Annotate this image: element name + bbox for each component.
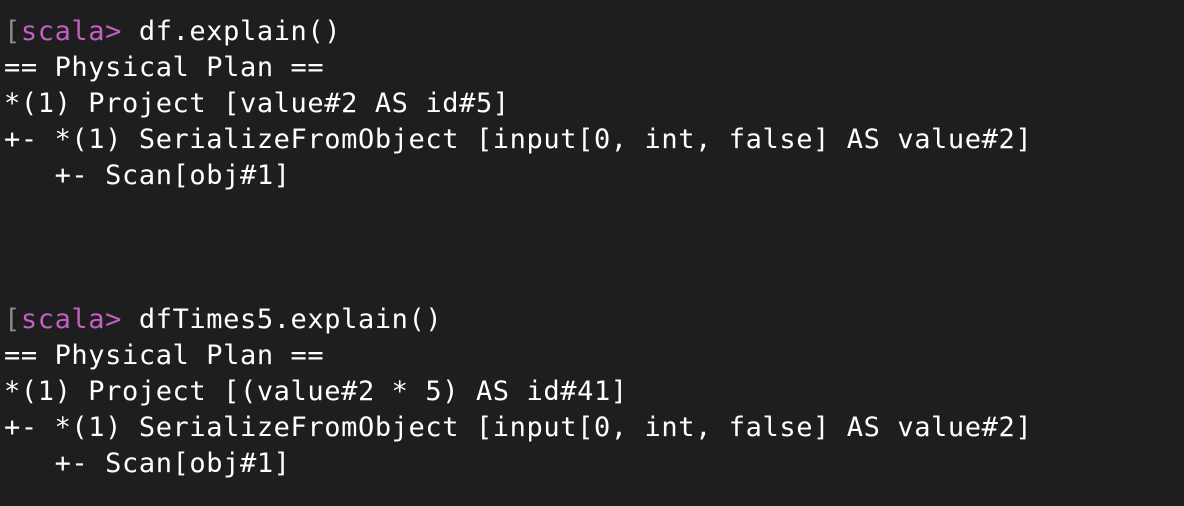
output-line: *(1) Project [(value#2 * 5) AS id#41] (4, 376, 628, 407)
terminal-window[interactable]: [scala> df.explain() == Physical Plan ==… (0, 0, 1184, 506)
output-line: +- Scan[obj#1] (4, 160, 291, 191)
output-line: +- *(1) SerializeFromObject [input[0, in… (4, 124, 1033, 155)
output-line: *(1) Project [value#2 AS id#5] (4, 88, 510, 119)
prompt-bracket: [ (4, 304, 21, 335)
output-line: +- *(1) SerializeFromObject [input[0, in… (4, 412, 1033, 443)
command-text: df.explain() (122, 16, 342, 47)
output-line: +- Scan[obj#1] (4, 448, 291, 479)
command-line-2: [scala> dfTimes5.explain() (4, 302, 442, 338)
output-line: == Physical Plan == (4, 52, 325, 83)
output-line: == Physical Plan == (4, 340, 325, 371)
prompt-bracket: [ (4, 16, 21, 47)
command-line-1: [scala> df.explain() (4, 14, 341, 50)
scala-prompt: scala> (20, 304, 122, 335)
command-text: dfTimes5.explain() (122, 304, 443, 335)
scala-prompt: scala> (20, 16, 122, 47)
